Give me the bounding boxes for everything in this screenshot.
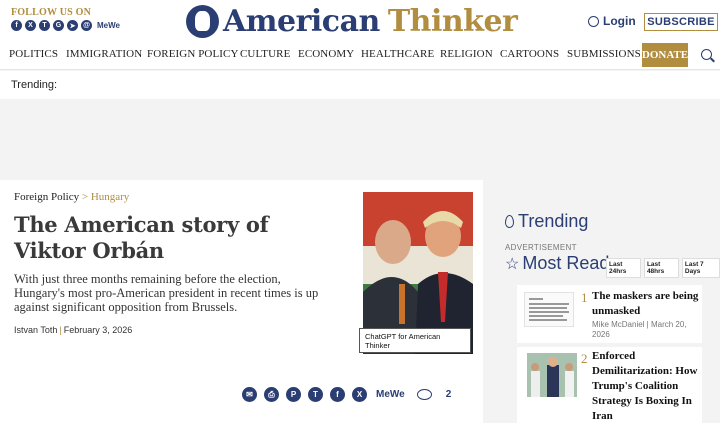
share-bar: ✉ ⎙ P T f X MeWe 2 (242, 387, 451, 402)
mewe-share-link[interactable]: MeWe (376, 389, 405, 400)
logo-text-american: American (223, 3, 380, 39)
byline: Istvan Toth | February 3, 2026 (14, 325, 133, 335)
star-icon: ☆ (505, 255, 520, 273)
nav-item-cartoons[interactable]: CARTOONS (500, 48, 559, 60)
truth-social-icon[interactable]: T (39, 20, 50, 31)
site-logo[interactable]: American Thinker (186, 2, 518, 40)
email-share-icon[interactable]: ✉ (242, 387, 257, 402)
trending-bar-label: Trending: (11, 79, 58, 91)
sidebar-trending-label: Trending (518, 211, 589, 231)
most-read-heading: ☆ Most Read (505, 253, 609, 274)
most-read-thumbnail (524, 292, 574, 327)
print-icon[interactable]: ⎙ (264, 387, 279, 402)
gettr-icon[interactable]: G (53, 20, 64, 31)
advertisement-label: ADVERTISEMENT (505, 243, 577, 252)
donate-button[interactable]: DONATE (642, 43, 688, 67)
mewe-link[interactable]: MeWe (97, 21, 120, 30)
search-icon[interactable] (701, 49, 712, 60)
subscribe-button[interactable]: SUBSCRIBE (644, 13, 718, 31)
parler-share-icon[interactable]: P (286, 387, 301, 402)
comment-count[interactable]: 2 (446, 389, 452, 400)
email-icon[interactable]: @ (81, 20, 92, 31)
follow-label: FOLLOW US ON (11, 7, 92, 18)
facebook-share-icon[interactable]: f (330, 387, 345, 402)
article-date: February 3, 2026 (63, 325, 133, 335)
nav-item-religion[interactable]: RELIGION (440, 48, 493, 60)
nav-item-immigration[interactable]: IMMIGRATION (66, 48, 142, 60)
nav-item-submissions[interactable]: SUBMISSIONS (567, 48, 641, 60)
nav-item-politics[interactable]: POLITICS (9, 48, 58, 60)
article-dek: With just three months remaining before … (14, 272, 319, 314)
most-read-meta: Mike McDaniel | March 20, 2026 (592, 320, 687, 339)
x-icon[interactable]: X (25, 20, 36, 31)
tab-last-24hrs[interactable]: Last 24hrs (606, 258, 641, 278)
top-bar: FOLLOW US ON f X T G ➤ @ MeWe American T… (0, 0, 720, 40)
article-card: Foreign Policy > Hungary The American st… (0, 180, 483, 423)
most-read-rank: 2 (581, 351, 588, 366)
most-read-thumbnail (527, 353, 577, 397)
tab-last-48hrs[interactable]: Last 48hrs (643, 258, 679, 278)
user-icon (588, 15, 599, 27)
trending-bar: Trending: (0, 71, 720, 99)
tab-last-7-days[interactable]: Last 7 Days (681, 258, 720, 278)
follow-us: FOLLOW US ON f X T G ➤ @ MeWe (11, 7, 120, 31)
facebook-icon[interactable]: f (11, 20, 22, 31)
most-read-item[interactable]: 2 Enforced Demilitarization: How Trump's… (517, 347, 702, 423)
most-read-rank: 1 (581, 290, 588, 305)
most-read-title[interactable]: Enforced Demilitarization: How Trump's C… (592, 349, 700, 423)
x-share-icon[interactable]: X (352, 387, 367, 402)
author-link[interactable]: Istvan Toth (14, 325, 57, 335)
main-nav: POLITICS IMMIGRATION FOREIGN POLICY CULT… (0, 40, 720, 70)
login-link[interactable]: Login (588, 14, 636, 28)
photo-caption: ChatGPT for American Thinker (359, 328, 471, 353)
most-read-tabs: Last 24hrs Last 48hrs Last 7 Days (606, 258, 720, 278)
logo-text-thinker: Thinker (387, 3, 518, 39)
logo-icon (186, 4, 219, 38)
breadcrumb: Foreign Policy > Hungary (14, 191, 129, 203)
breadcrumb-subcategory[interactable]: Hungary (91, 191, 130, 203)
nav-item-economy[interactable]: ECONOMY (298, 48, 354, 60)
nav-item-culture[interactable]: CULTURE (240, 48, 290, 60)
most-read-label: Most Read (522, 253, 610, 273)
most-read-item[interactable]: 1 The maskers are being unmasked Mike Mc… (517, 285, 702, 343)
most-read-title[interactable]: The maskers are being unmasked (592, 289, 700, 319)
article-title[interactable]: The American story of Viktor Orbán (14, 212, 344, 264)
comment-icon[interactable] (416, 389, 432, 400)
breadcrumb-separator: > (81, 191, 89, 203)
truth-social-share-icon[interactable]: T (308, 387, 323, 402)
flame-icon (505, 215, 514, 228)
nav-item-foreign-policy[interactable]: FOREIGN POLICY (147, 48, 239, 60)
sidebar-trending-heading: Trending (505, 211, 588, 232)
breadcrumb-category[interactable]: Foreign Policy (14, 191, 79, 203)
telegram-icon[interactable]: ➤ (67, 20, 78, 31)
login-label: Login (603, 14, 636, 28)
nav-item-healthcare[interactable]: HEALTHCARE (361, 48, 434, 60)
sidebar: Trending ADVERTISEMENT ☆ Most Read Last … (493, 180, 720, 423)
social-icons: f X T G ➤ @ MeWe (11, 20, 120, 31)
